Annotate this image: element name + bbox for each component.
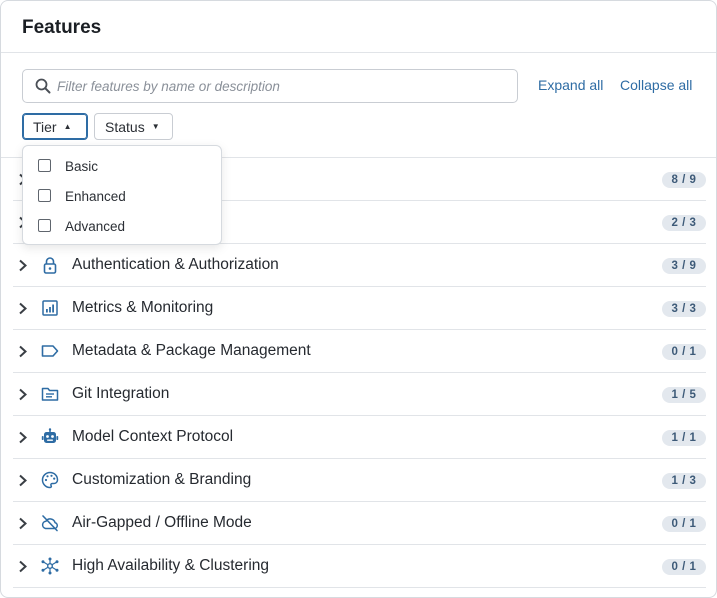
category-row-metrics[interactable]: Metrics & Monitoring 3 / 3 <box>13 287 706 330</box>
count-badge: 1 / 3 <box>662 473 706 489</box>
search-icon <box>35 78 51 94</box>
category-label: Air-Gapped / Offline Mode <box>72 514 252 531</box>
palette-icon <box>41 471 59 489</box>
option-label: Enhanced <box>65 189 126 204</box>
category-label: Git Integration <box>72 385 170 402</box>
category-row-git[interactable]: Git Integration 1 / 5 <box>13 373 706 416</box>
count-badge: 0 / 1 <box>662 516 706 532</box>
collapse-all-link[interactable]: Collapse all <box>620 77 692 93</box>
chevron-right-icon <box>19 560 27 573</box>
folder-icon <box>41 387 59 401</box>
category-label: Metrics & Monitoring <box>72 299 214 316</box>
category-row-air-gapped[interactable]: Air-Gapped / Offline Mode 0 / 1 <box>13 502 706 545</box>
page-title: Features <box>22 17 102 38</box>
checkbox[interactable] <box>38 159 51 172</box>
checkbox[interactable] <box>38 219 51 232</box>
cloud-off-icon <box>41 515 58 532</box>
caret-down-icon: ▼ <box>151 122 160 131</box>
status-filter-label: Status <box>105 118 145 135</box>
category-label: High Availability & Clustering <box>72 557 270 574</box>
cluster-icon <box>41 557 59 575</box>
tag-icon <box>41 345 59 357</box>
count-badge: 0 / 1 <box>662 344 706 360</box>
chevron-right-icon <box>19 474 27 487</box>
count-badge: 1 / 5 <box>662 387 706 403</box>
count-badge: 3 / 3 <box>662 301 706 317</box>
chevron-right-icon <box>19 259 27 272</box>
panel-header: Features <box>1 1 716 53</box>
status-filter-button[interactable]: Status ▼ <box>94 113 173 140</box>
category-label: Authentication & Authorization <box>72 256 279 273</box>
category-label: Model Context Protocol <box>72 428 234 445</box>
tier-option-basic[interactable]: Basic <box>23 151 221 181</box>
category-row-high-availability[interactable]: High Availability & Clustering 0 / 1 <box>13 545 706 588</box>
count-badge: 0 / 1 <box>662 559 706 575</box>
count-badge: 3 / 9 <box>662 258 706 274</box>
category-row-metadata[interactable]: Metadata & Package Management 0 / 1 <box>13 330 706 373</box>
robot-icon <box>41 428 59 443</box>
checkbox[interactable] <box>38 189 51 202</box>
chevron-right-icon <box>19 345 27 358</box>
option-label: Advanced <box>65 219 126 234</box>
category-label: Customization & Branding <box>72 471 252 488</box>
tier-dropdown-menu: Basic Enhanced Advanced <box>22 145 222 245</box>
chart-icon <box>42 300 58 316</box>
expand-all-link[interactable]: Expand all <box>538 77 603 93</box>
chevron-right-icon <box>19 388 27 401</box>
count-badge: 2 / 3 <box>662 215 706 231</box>
tier-option-enhanced[interactable]: Enhanced <box>23 181 221 211</box>
tier-filter-label: Tier <box>33 118 57 135</box>
tier-filter-button[interactable]: Tier ▲ <box>22 113 88 140</box>
category-row-authentication[interactable]: Authentication & Authorization 3 / 9 <box>13 244 706 287</box>
category-row-mcp[interactable]: Model Context Protocol 1 / 1 <box>13 416 706 459</box>
count-badge: 1 / 1 <box>662 430 706 446</box>
chevron-right-icon <box>19 302 27 315</box>
features-panel: Features Expand all Collapse all Tier ▲ … <box>0 0 717 598</box>
chevron-right-icon <box>19 431 27 444</box>
category-row-customization[interactable]: Customization & Branding 1 / 3 <box>13 459 706 502</box>
chevron-right-icon <box>19 517 27 530</box>
caret-up-icon: ▲ <box>63 122 72 131</box>
option-label: Basic <box>65 159 99 174</box>
search-box[interactable] <box>22 69 518 103</box>
search-input[interactable] <box>57 70 507 102</box>
lock-icon <box>43 257 57 274</box>
category-label: Metadata & Package Management <box>72 342 311 359</box>
count-badge: 8 / 9 <box>662 172 706 188</box>
tier-option-advanced[interactable]: Advanced <box>23 211 221 241</box>
